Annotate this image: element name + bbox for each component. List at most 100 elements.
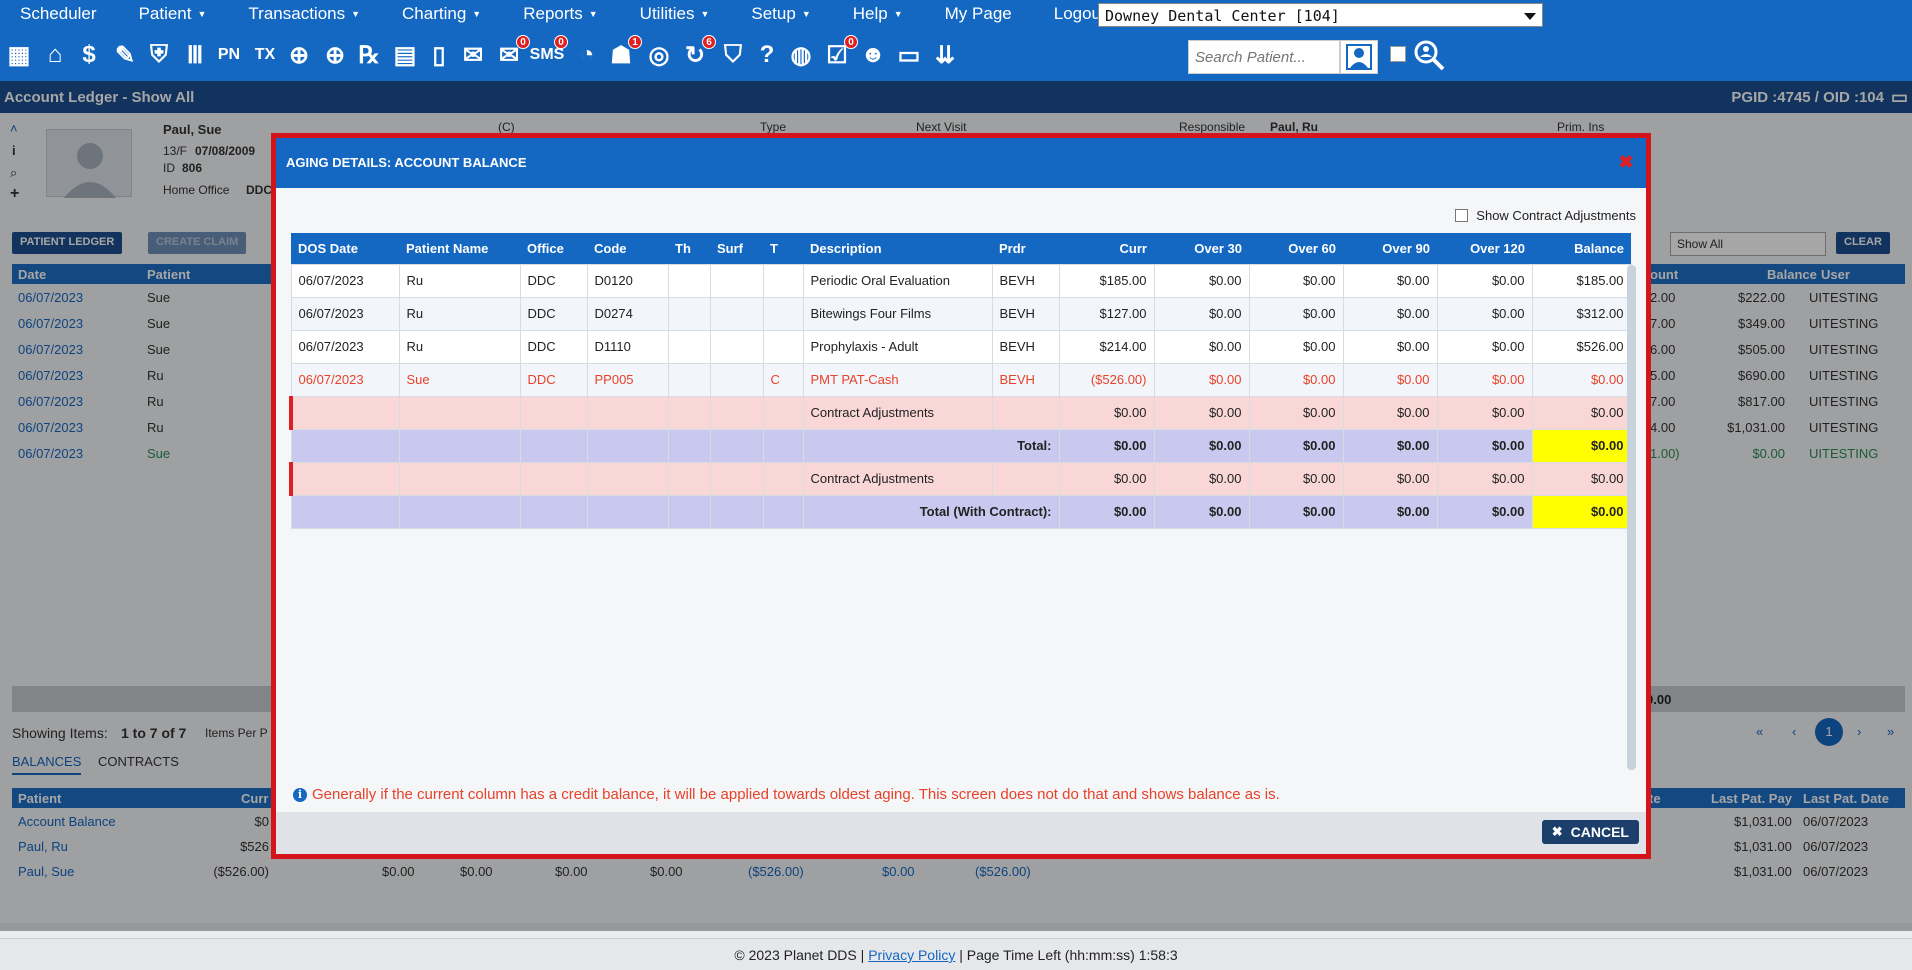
search-patient-input[interactable] [1188, 40, 1340, 74]
privacy-policy-link[interactable]: Privacy Policy [868, 947, 955, 963]
edit-icon[interactable]: ✎ [108, 38, 142, 72]
pn-icon[interactable]: PN [212, 38, 246, 72]
mail-icon[interactable]: ✉ [456, 38, 490, 72]
col-header-balance[interactable]: Balance [1532, 233, 1631, 264]
aging-row[interactable]: 06/07/2023 Sue DDC PP005 C PMT PAT-Cash BEVH ($… [290, 362, 1632, 397]
menu-item-my-page[interactable]: My Page [925, 4, 1012, 24]
search-patient-button[interactable] [1340, 40, 1378, 74]
col-header-over-60[interactable]: Over 60 [1249, 233, 1343, 264]
notification-badge: 1 [628, 35, 642, 49]
menu-item-charting[interactable]: Charting ▼ [382, 4, 481, 24]
col-header-prdr[interactable]: Prdr [992, 233, 1059, 264]
notification-badge: 0 [554, 35, 568, 49]
menu-item-transactions[interactable]: Transactions ▼ [228, 4, 360, 24]
empty-cell [290, 428, 400, 463]
add-patient-icon[interactable]: ⊕ [282, 38, 316, 72]
col-header-surf[interactable]: Surf [710, 233, 763, 264]
show-contract-adjustments-checkbox[interactable] [1455, 209, 1469, 222]
cell-curr: $0.00 [1058, 428, 1155, 463]
empty-cell [762, 428, 804, 463]
aging-note-text: Generally if the current column has a cr… [312, 786, 1280, 803]
tooth-icon[interactable]: ⛉ [716, 38, 750, 72]
office-select[interactable]: Downey Dental Center [104] [1098, 3, 1543, 27]
aging-row[interactable]: 06/07/2023 Ru DDC D1110 Prophylaxis - Adult B… [290, 329, 1632, 364]
col-header-patient-name[interactable]: Patient Name [399, 233, 520, 264]
close-icon[interactable]: ✖ [1616, 152, 1636, 172]
empty-cell [398, 395, 521, 430]
menu-item-label: Transactions [248, 4, 346, 23]
collapse-icon[interactable]: ⇊ [928, 38, 962, 72]
cell-o120: $0.00 [1436, 329, 1533, 364]
notes-icon[interactable]: ▤ [388, 38, 422, 72]
tooth-chart-icon[interactable]: ⛨ [142, 38, 176, 72]
show-contract-adjustments-toggle[interactable]: Show Contract Adjustments [1455, 208, 1636, 223]
cell-curr: $127.00 [1058, 296, 1155, 331]
cell-o90: $0.00 [1342, 461, 1438, 496]
menu-item-logout[interactable]: Logout [1034, 4, 1106, 24]
col-header-over-90[interactable]: Over 90 [1343, 233, 1437, 264]
tx-icon[interactable]: TX [248, 38, 282, 72]
perio-icon[interactable]: Ⅲ [178, 38, 212, 72]
checklist-icon[interactable]: ☑ 0 [820, 35, 858, 72]
cancel-button[interactable]: ✖ CANCEL [1541, 820, 1639, 844]
dollar-icon[interactable]: $ [72, 38, 106, 72]
document-icon[interactable]: ▯ [422, 38, 456, 72]
icon-glyph: TX [254, 46, 276, 63]
add-family-icon[interactable]: ⊕ [318, 38, 352, 72]
empty-cell [398, 461, 521, 496]
search-option-checkbox[interactable] [1390, 46, 1406, 62]
col-header-t[interactable]: T [763, 233, 803, 264]
alerts-icon[interactable]: ☗ 1 [604, 35, 642, 72]
cell-o30: $0.00 [1153, 263, 1250, 298]
menu-item-setup[interactable]: Setup ▼ [731, 4, 810, 24]
menu-item-label: Patient [138, 4, 192, 23]
empty-cell [709, 461, 764, 496]
home-icon[interactable]: ⌂ [38, 38, 72, 72]
print-icon[interactable]: ▭ [892, 38, 926, 72]
globe-icon[interactable]: ◍ [784, 38, 818, 72]
aging-row[interactable]: 06/07/2023 Ru DDC D0120 Periodic Oral Evalua… [290, 263, 1632, 298]
col-header-curr[interactable]: Curr [1059, 233, 1154, 264]
col-header-th[interactable]: Th [668, 233, 710, 264]
question-icon[interactable]: ? [750, 38, 784, 72]
menu-item-utilities[interactable]: Utilities ▼ [620, 4, 710, 24]
col-header-over-120[interactable]: Over 120 [1437, 233, 1532, 264]
recall-icon[interactable]: ↻ 6 [678, 35, 716, 72]
aging-row[interactable]: 06/07/2023 Ru DDC D0274 Bitewings Four Films… [290, 296, 1632, 331]
col-header-office[interactable]: Office [520, 233, 587, 264]
info-icon: i [293, 787, 307, 802]
sms-icon[interactable]: SMS 0 [530, 35, 568, 72]
col-header-dos-date[interactable]: DOS Date [291, 233, 399, 264]
menu-item-patient[interactable]: Patient ▼ [119, 4, 207, 24]
empty-cell [289, 395, 400, 430]
cell-desc: PMT PAT-Cash [802, 362, 993, 397]
cell-bal: $312.00 [1531, 296, 1632, 331]
aging-details-modal: AGING DETAILS: ACCOUNT BALANCE ✖ Show Co… [271, 133, 1651, 859]
icon-glyph: ◍ [790, 41, 812, 69]
chat-icon[interactable]: ✉ 0 [492, 35, 530, 72]
icon-glyph: ◎ [648, 41, 670, 69]
rx-icon[interactable]: ℞ [352, 38, 386, 72]
grid-scrollbar[interactable] [1627, 265, 1636, 770]
icon-glyph: ⇊ [934, 41, 956, 69]
globe-users-icon[interactable]: ◎ [642, 38, 676, 72]
menu-item-scheduler[interactable]: Scheduler [0, 4, 97, 24]
aging-note: i Generally if the current column has a … [293, 786, 1280, 803]
show-contract-adjustments-label: Show Contract Adjustments [1476, 208, 1636, 223]
col-header-over-30[interactable]: Over 30 [1154, 233, 1249, 264]
cell-dos: 06/07/2023 [290, 329, 400, 364]
family-icon[interactable]: ☻ [856, 38, 890, 72]
icon-glyph: ⊕ [288, 41, 310, 69]
calendar-icon[interactable]: ▦ [2, 38, 36, 72]
page-footer: © 2023 Planet DDS | Privacy Policy | Pag… [0, 938, 1912, 970]
icon-glyph: ℞ [358, 41, 380, 69]
col-header-code[interactable]: Code [587, 233, 668, 264]
menu-item-reports[interactable]: Reports ▼ [503, 4, 597, 24]
col-header-description[interactable]: Description [803, 233, 992, 264]
cell-o90: $0.00 [1342, 428, 1438, 463]
clock-icon[interactable]: ◔ [570, 38, 604, 72]
cell-o90: $0.00 [1342, 329, 1438, 364]
aging-table: DOS Date Patient Name Office Code Th Surf T Des… [289, 233, 1632, 529]
menu-item-help[interactable]: Help ▼ [833, 4, 903, 24]
advanced-search-icon[interactable] [1412, 38, 1446, 72]
